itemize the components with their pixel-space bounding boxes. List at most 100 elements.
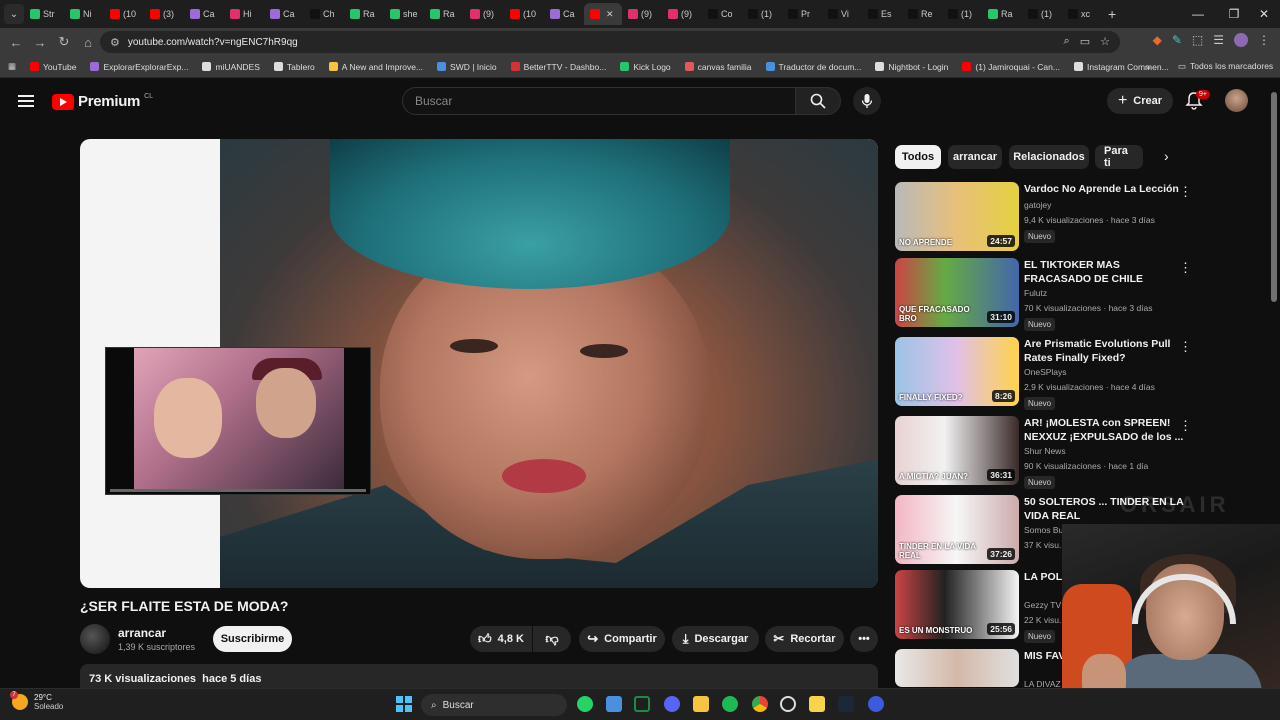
search-input[interactable]: Buscar bbox=[402, 87, 796, 115]
new-tab-button[interactable]: + bbox=[1108, 6, 1116, 22]
menu-hamburger-icon[interactable] bbox=[18, 95, 34, 107]
recommendation-item[interactable]: FINALLY FIXED? 8:26 Are Prismatic Evolutio… bbox=[895, 337, 1195, 410]
sticky-notes-icon[interactable] bbox=[809, 696, 825, 712]
video-thumbnail[interactable]: TINDER EN LA VIDA REAL 37:26 bbox=[895, 495, 1019, 564]
minimize-button[interactable]: — bbox=[1180, 0, 1216, 28]
bookmark-star-icon[interactable]: ☆ bbox=[1100, 35, 1110, 48]
bookmark-item[interactable]: miUANDES bbox=[202, 62, 260, 72]
video-thumbnail[interactable]: QUE FRACASADO BRO 31:10 bbox=[895, 258, 1019, 327]
browser-tab[interactable]: Re bbox=[902, 3, 942, 25]
close-tab-icon[interactable]: ✕ bbox=[606, 9, 614, 20]
bookmark-item[interactable]: Kick Logo bbox=[620, 62, 671, 72]
close-window-button[interactable]: ✕ bbox=[1246, 0, 1280, 28]
chevron-right-icon[interactable]: › bbox=[1164, 148, 1169, 164]
recommendation-title[interactable]: AR! ¡MOLESTA con SPREEN! NEXXUZ ¡EXPULSA… bbox=[1024, 416, 1184, 444]
account-avatar[interactable] bbox=[1225, 89, 1248, 112]
browser-tab[interactable]: (9) bbox=[464, 3, 504, 25]
excel-icon[interactable] bbox=[634, 696, 650, 712]
tab-search-dropdown[interactable]: ⌄ bbox=[4, 4, 24, 24]
browser-tab[interactable]: (1) bbox=[742, 3, 782, 25]
notepad-icon[interactable] bbox=[606, 696, 622, 712]
recommendation-channel[interactable]: Gezzy TV bbox=[1024, 600, 1061, 610]
page-scrollbar[interactable] bbox=[1271, 92, 1277, 302]
recommendation-item[interactable]: NO APRENDE 24:57 Vardoc No Aprende La Lecc… bbox=[895, 182, 1195, 252]
browser-tab[interactable]: (1) bbox=[1022, 3, 1062, 25]
channel-avatar[interactable] bbox=[80, 624, 110, 654]
browser-tab[interactable]: Ra bbox=[424, 3, 464, 25]
browser-tab[interactable]: Ca bbox=[544, 3, 584, 25]
chrome-icon[interactable] bbox=[752, 696, 768, 712]
file-explorer-icon[interactable] bbox=[693, 696, 709, 712]
bookmark-item[interactable]: canvas familia bbox=[684, 62, 752, 72]
taskbar-search[interactable]: ⌕ Buscar bbox=[421, 694, 567, 716]
discord-icon[interactable] bbox=[664, 696, 680, 712]
bookmark-item[interactable]: A New and Improve... bbox=[328, 62, 423, 72]
browser-tab[interactable]: Ra bbox=[344, 3, 384, 25]
clip-button[interactable]: ✂ Recortar bbox=[765, 626, 844, 652]
browser-tab[interactable]: Es bbox=[862, 3, 902, 25]
subscribe-button[interactable]: Suscribirme bbox=[213, 626, 292, 652]
browser-tab[interactable]: Ni bbox=[64, 3, 104, 25]
chip-for-you[interactable]: Para ti bbox=[1095, 145, 1143, 169]
more-options-icon[interactable]: ⋮ bbox=[1179, 418, 1192, 434]
browser-tab[interactable]: (9) bbox=[662, 3, 702, 25]
recommendation-channel[interactable]: Shur News bbox=[1024, 446, 1066, 456]
browser-tab[interactable]: Ca bbox=[264, 3, 304, 25]
recommendation-item[interactable]: QUE FRACASADO BRO 31:10 EL TIKTOKER MAS FR… bbox=[895, 258, 1195, 331]
youtube-premium-logo[interactable]: Premium CL bbox=[52, 93, 153, 110]
whatsapp-icon[interactable] bbox=[577, 696, 593, 712]
bookmark-item[interactable]: Instagram Commen... bbox=[1073, 62, 1169, 72]
channel-name[interactable]: arrancar bbox=[118, 626, 166, 640]
create-button[interactable]: + Crear bbox=[1107, 88, 1173, 114]
extension-translate-icon[interactable]: ✎ bbox=[1172, 33, 1182, 47]
windows-start-icon[interactable] bbox=[396, 696, 412, 712]
browser-tab[interactable]: Ra bbox=[982, 3, 1022, 25]
extension-fox-icon[interactable]: ◆ bbox=[1153, 33, 1162, 47]
browser-tab[interactable]: Ca bbox=[184, 3, 224, 25]
chip-channel[interactable]: arrancar bbox=[948, 145, 1002, 169]
download-button[interactable]: ⤓ Descargar bbox=[672, 626, 759, 652]
reload-button[interactable]: ↻ bbox=[52, 30, 76, 54]
browser-tab[interactable]: Str bbox=[24, 3, 64, 25]
home-button[interactable]: ⌂ bbox=[76, 30, 100, 54]
browser-tab[interactable]: (10 bbox=[504, 3, 544, 25]
recommendation-channel[interactable]: gatojey bbox=[1024, 200, 1051, 210]
video-thumbnail[interactable]: FINALLY FIXED? 8:26 bbox=[895, 337, 1019, 406]
video-thumbnail[interactable]: A MICTIA? JUAN? 36:31 bbox=[895, 416, 1019, 485]
site-info-icon[interactable]: ⚙ bbox=[110, 36, 120, 49]
weather-widget[interactable]: 7 29°C Soleado bbox=[10, 691, 63, 711]
share-button[interactable]: ↪ Compartir bbox=[579, 626, 665, 652]
more-options-icon[interactable]: ⋮ bbox=[1179, 339, 1192, 355]
address-bar[interactable]: ⚙ youtube.com/watch?v=ngENC7hR9qg ⌕ ▭ ☆ bbox=[100, 31, 1120, 53]
browser-tab[interactable]: ✕ bbox=[584, 3, 622, 25]
bookmark-item[interactable]: (1) Jamiroquai - Can... bbox=[962, 62, 1060, 72]
browser-tab[interactable]: (9) bbox=[622, 3, 662, 25]
cast-icon[interactable]: ▭ bbox=[1080, 35, 1090, 48]
zoom-icon[interactable]: ⌕ bbox=[1064, 35, 1070, 48]
browser-tab[interactable]: Vi bbox=[822, 3, 862, 25]
all-bookmarks-folder[interactable]: ▭ Todos los marcadores bbox=[1178, 61, 1273, 72]
video-thumbnail[interactable]: NO APRENDE 24:57 bbox=[895, 182, 1019, 251]
extensions-puzzle-icon[interactable]: ⬚ bbox=[1192, 33, 1203, 47]
bookmark-item[interactable]: YouTube bbox=[30, 62, 76, 72]
browser-menu-icon[interactable]: ⋮ bbox=[1258, 33, 1270, 47]
more-options-icon[interactable]: ⋮ bbox=[1179, 184, 1192, 200]
more-bookmarks-chevron-icon[interactable]: » bbox=[1146, 62, 1151, 72]
voice-search-button[interactable] bbox=[853, 87, 881, 115]
reading-list-icon[interactable]: ☰ bbox=[1213, 33, 1224, 47]
chip-related[interactable]: Relacionados bbox=[1009, 145, 1089, 169]
bookmark-item[interactable]: Nightbot - Login bbox=[875, 62, 948, 72]
video-player[interactable] bbox=[80, 139, 878, 588]
back-button[interactable]: ← bbox=[4, 30, 28, 54]
browser-tab[interactable]: (3) bbox=[144, 3, 184, 25]
recommendation-title[interactable]: EL TIKTOKER MAS FRACASADO DE CHILE bbox=[1024, 258, 1184, 286]
browser-tab[interactable]: Ch bbox=[304, 3, 344, 25]
browser-tab[interactable]: Co bbox=[702, 3, 742, 25]
recommendation-channel[interactable]: Fulutz bbox=[1024, 288, 1047, 298]
browser-tab[interactable]: xc bbox=[1062, 3, 1102, 25]
bookmark-item[interactable]: Tablero bbox=[273, 62, 315, 72]
browser-tab[interactable]: Pr bbox=[782, 3, 822, 25]
video-thumbnail[interactable] bbox=[895, 649, 1019, 687]
search-button[interactable] bbox=[795, 87, 841, 115]
apps-grid-icon[interactable]: ▦ bbox=[8, 61, 16, 72]
